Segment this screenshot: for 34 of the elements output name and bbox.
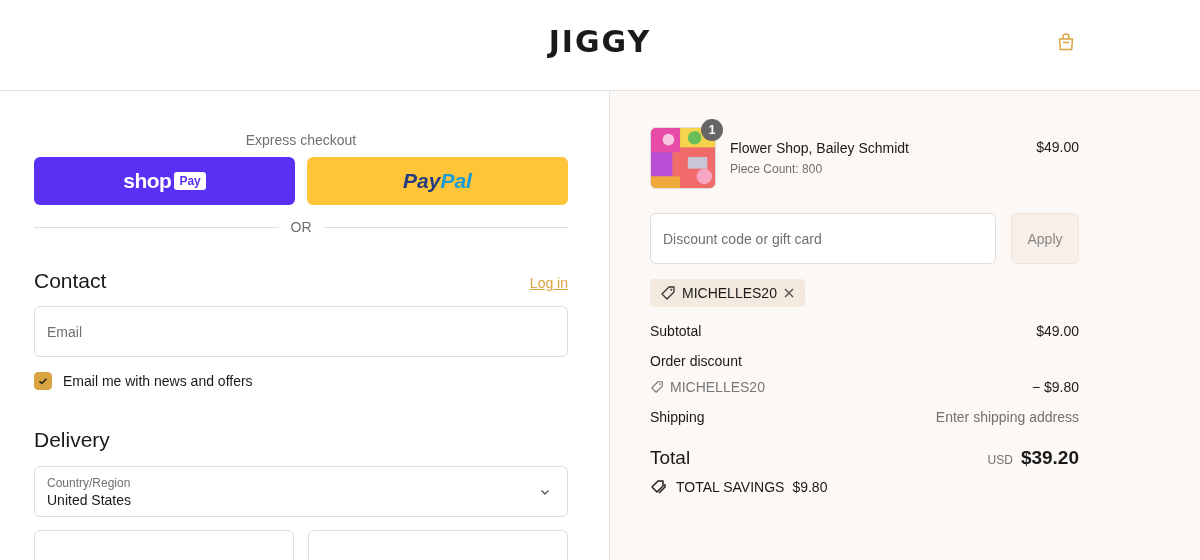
paypal-button[interactable]: PayPal: [307, 157, 568, 205]
discount-code-field[interactable]: Discount code or gift card: [650, 213, 996, 264]
tag-icon: [660, 285, 676, 301]
total-label: Total: [650, 447, 691, 469]
shop-pay-button[interactable]: shop Pay: [34, 157, 295, 205]
product-title: Flower Shop, Bailey Schmidt: [730, 140, 910, 156]
line-label: Shipping: [650, 409, 705, 425]
country-select[interactable]: Country/Region United States: [34, 466, 568, 517]
total-savings-label: TOTAL SAVINGS: [676, 479, 785, 495]
total-amount: $39.20: [1020, 447, 1079, 469]
contact-heading: Contact: [34, 269, 107, 293]
product-price: $49.00: [1036, 139, 1079, 155]
delivery-heading: Delivery: [34, 428, 110, 452]
product-detail: Piece Count: 800: [730, 162, 824, 176]
shopping-bag-icon[interactable]: [1056, 32, 1076, 52]
discount-code: MICHELLES20: [670, 379, 765, 395]
discount-code: MICHELLES20: [682, 285, 777, 301]
express-checkout-title: Express checkout: [244, 131, 358, 149]
currency-code: USD: [987, 453, 1013, 467]
total-savings-amount: $9.80: [792, 479, 828, 495]
tag-icon: [650, 380, 664, 394]
newsletter-label: Email me with news and offers: [63, 373, 253, 389]
line-value: − $9.80: [1031, 379, 1079, 395]
close-icon[interactable]: [782, 287, 795, 299]
or-divider-text: OR: [290, 219, 312, 235]
tags-icon: [650, 479, 668, 495]
checkbox[interactable]: [34, 372, 52, 390]
logo[interactable]: JIGGY: [548, 23, 652, 59]
quantity-badge: 1: [701, 119, 723, 141]
line-value: Enter shipping address: [935, 409, 1079, 425]
line-label: Subtotal: [650, 323, 702, 339]
email-field[interactable]: Email: [34, 306, 568, 357]
line-label: Order discount: [650, 353, 742, 369]
line-value: $49.00: [1036, 323, 1079, 339]
